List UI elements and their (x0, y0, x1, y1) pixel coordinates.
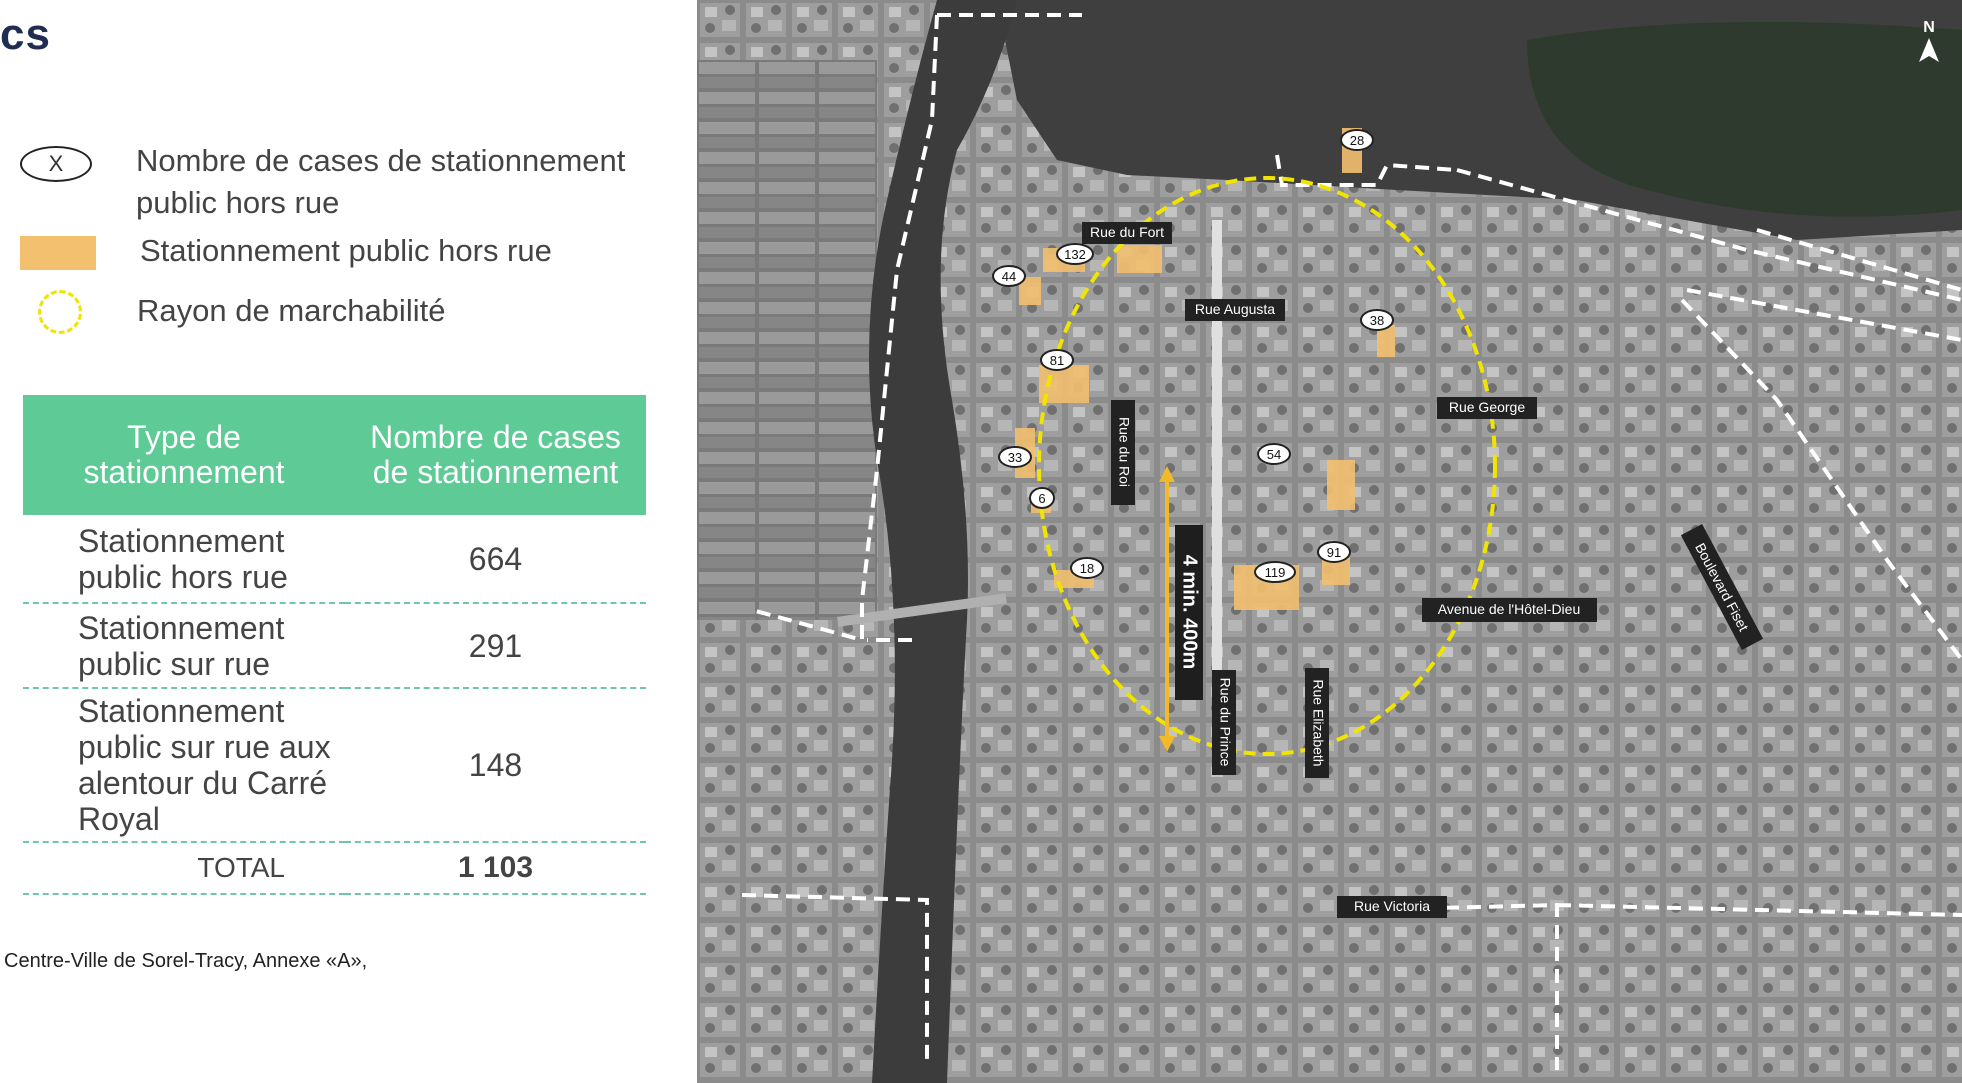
radius-circle-symbol (38, 290, 82, 334)
table-row: Stationnement public sur rue aux alentou… (23, 688, 646, 843)
street-label: Avenue de l'Hôtel-Dieu (1422, 598, 1597, 622)
count-marker-value: 54 (1267, 447, 1281, 462)
count-marker: 28 (1340, 129, 1374, 151)
count-marker-value: 18 (1080, 561, 1094, 576)
total-row: TOTAL 1 103 (23, 842, 646, 895)
header-count: Nombre de cases de stationnement (345, 395, 646, 515)
street-name: Avenue de l'Hôtel-Dieu (1438, 601, 1581, 617)
street-label: Rue du Fort (1082, 222, 1172, 244)
total-label: TOTAL (23, 842, 345, 895)
total-value: 1 103 (345, 842, 646, 895)
street-label: Rue du Prince (1212, 670, 1236, 775)
table-row: Stationnement public hors rue 664 (23, 515, 646, 604)
street-name: Rue du Fort (1090, 224, 1164, 240)
legend-count: X Nombre de cases de stationnement publi… (20, 140, 636, 224)
count-marker-value: 132 (1064, 247, 1086, 262)
row-type: Stationnement public sur rue (23, 603, 345, 689)
street-label: Rue Victoria (1337, 896, 1447, 918)
row-type: Stationnement public hors rue (23, 515, 345, 604)
row-count: 291 (345, 603, 646, 689)
count-marker-value: 33 (1008, 450, 1022, 465)
page-title: cs (0, 10, 51, 59)
count-marker: 132 (1056, 243, 1094, 265)
street-name: Rue du Prince (1217, 678, 1233, 767)
parking-lot (1117, 245, 1162, 273)
count-marker-value: 81 (1050, 353, 1064, 368)
count-marker: 119 (1254, 561, 1296, 583)
row-count: 664 (345, 515, 646, 604)
street-name: Rue George (1449, 399, 1525, 415)
legend-radius: Rayon de marchabilité (20, 290, 445, 334)
count-marker-value: 44 (1002, 269, 1016, 284)
street-label: Rue George (1437, 397, 1537, 419)
count-symbol-text: X (48, 151, 64, 176)
count-marker-value: 38 (1370, 313, 1384, 328)
source-note: Centre-Ville de Sorel-Tracy, Annexe «A», (4, 950, 368, 972)
count-marker: 18 (1070, 557, 1104, 579)
count-marker: 38 (1360, 309, 1394, 331)
count-marker: 44 (992, 265, 1026, 287)
street-name: Rue Elizabeth (1310, 679, 1326, 766)
count-marker-value: 6 (1038, 491, 1045, 506)
count-marker-value: 28 (1350, 133, 1364, 148)
count-marker: 33 (998, 446, 1032, 468)
parking-lot (1327, 460, 1355, 510)
count-marker: 91 (1317, 541, 1351, 563)
rue-augusta-main-street (1212, 220, 1222, 740)
row-type: Stationnement public sur rue aux alentou… (23, 688, 345, 843)
street-name: Rue Augusta (1195, 301, 1275, 317)
count-marker: 6 (1029, 487, 1055, 509)
table-row: Stationnement public sur rue 291 (23, 603, 646, 689)
street-label: Rue du Roi (1111, 400, 1135, 505)
lot-swatch (20, 236, 96, 270)
parking-table: Type de stationnement Nombre de cases de… (23, 395, 646, 895)
legend-lot-label: Stationnement public hors rue (140, 233, 552, 268)
north-label: N (1923, 19, 1935, 36)
aerial-map: 4 min. 400m Rue du Fort Rue Augusta Rue … (697, 0, 1962, 1083)
header-type: Type de stationnement (23, 395, 345, 515)
legend-lot: Stationnement public hors rue (20, 230, 552, 272)
street-label: Rue Augusta (1185, 299, 1285, 321)
count-marker-value: 91 (1327, 545, 1341, 560)
industrial-area (697, 60, 877, 620)
street-name: Rue du Roi (1116, 417, 1132, 487)
street-label: Rue Elizabeth (1305, 668, 1329, 778)
legend-radius-label: Rayon de marchabilité (137, 293, 446, 328)
street-name: Rue Victoria (1354, 898, 1430, 914)
count-marker: 54 (1257, 443, 1291, 465)
count-marker-value: 119 (1265, 565, 1286, 580)
count-oval-symbol: X (20, 146, 92, 182)
legend-count-label: Nombre de cases de stationnement public … (136, 143, 626, 220)
row-count: 148 (345, 688, 646, 843)
count-marker: 81 (1040, 349, 1074, 371)
walk-label: 4 min. 400m (1179, 555, 1201, 670)
